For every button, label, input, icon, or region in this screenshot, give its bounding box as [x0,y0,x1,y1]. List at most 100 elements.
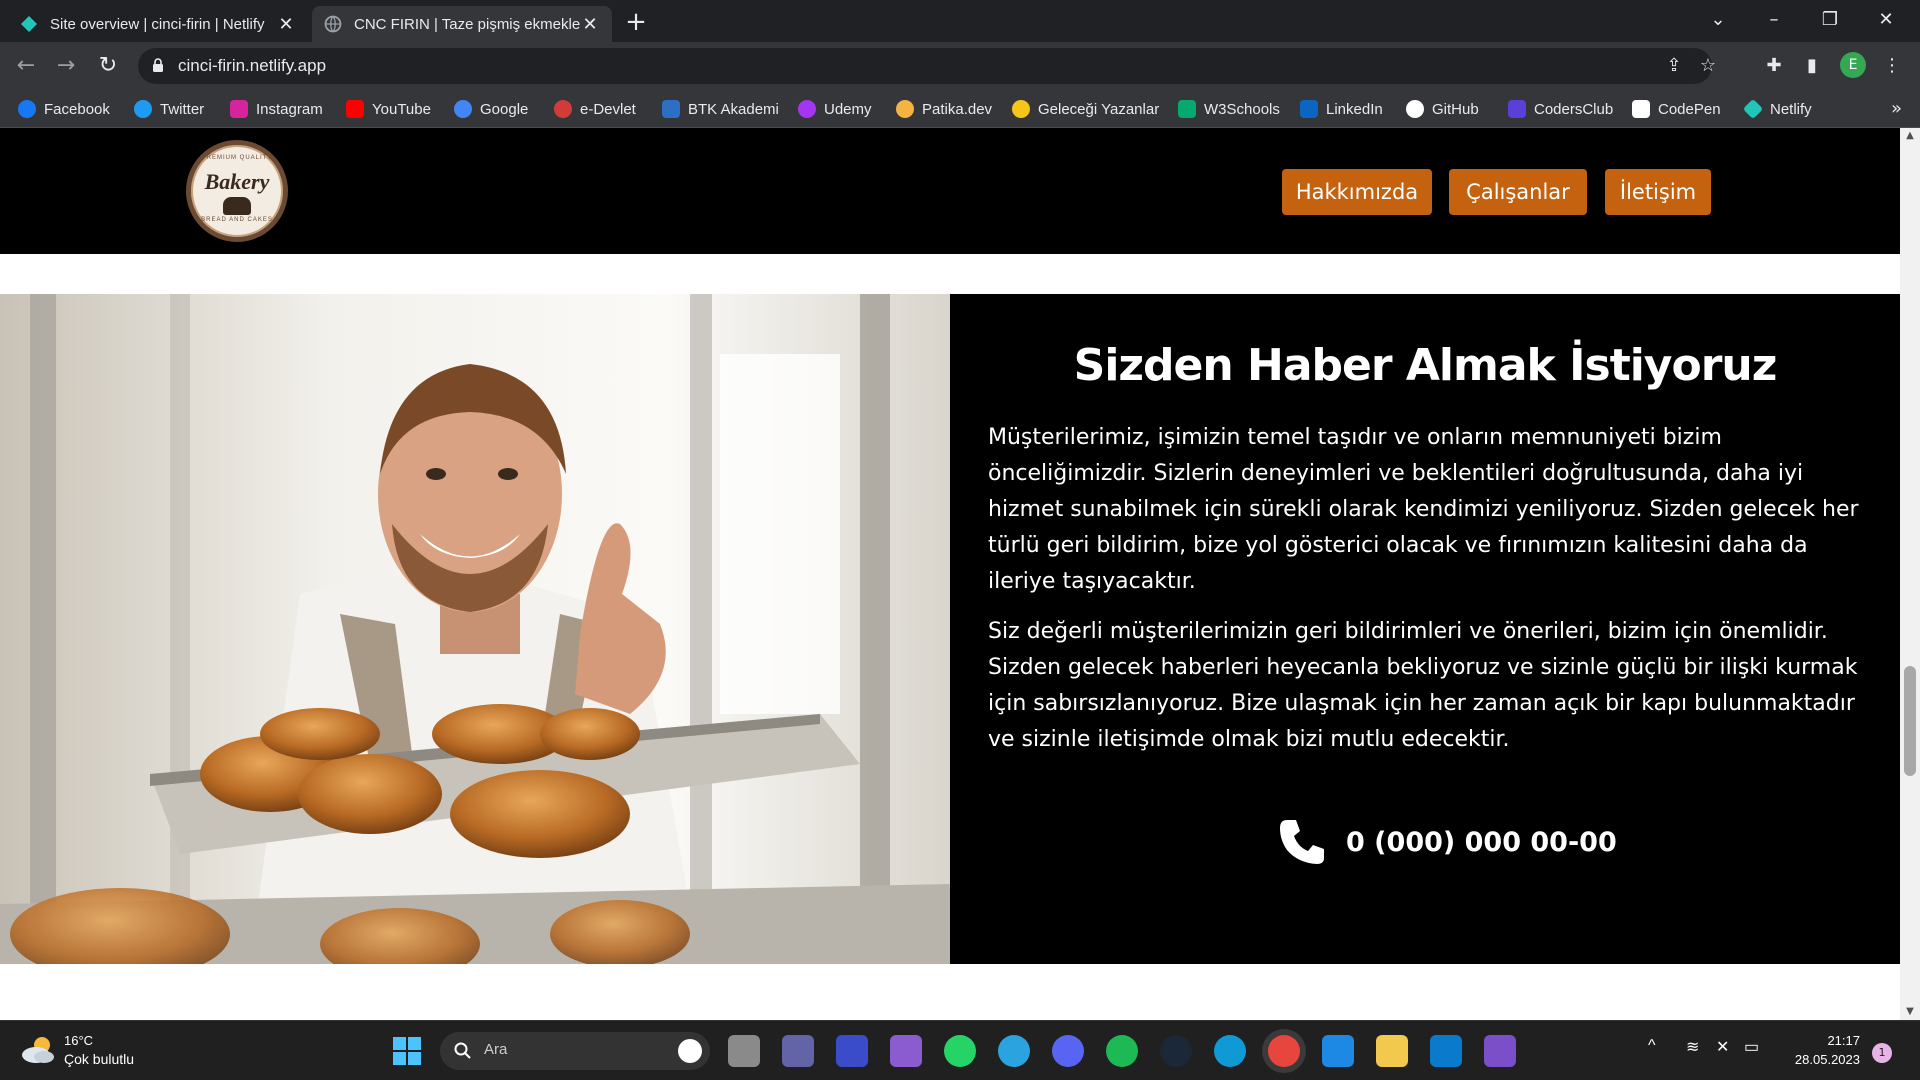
wifi-icon[interactable]: ≋ [1686,1037,1699,1057]
weather-widget[interactable]: 16°C Çok bulutlu [20,1031,160,1071]
bookmark-netlify[interactable]: Netlify [1742,98,1812,120]
task-view-icon[interactable] [728,1035,760,1067]
bookmarks-overflow-button[interactable]: » [1891,98,1902,119]
bookmark-gelecegi-yazanlar[interactable]: Geleceği Yazanlar [1012,98,1159,120]
taskbar-search[interactable]: Ara [440,1032,710,1070]
windows-start-icon[interactable] [392,1036,422,1066]
volume-muted-icon[interactable]: ✕ [1716,1037,1729,1057]
chef-hat-icon [223,197,251,215]
contact-paragraph-1: Müşterilerimiz, işimizin temel taşıdır v… [988,425,1859,594]
new-tab-button[interactable]: + [622,8,650,36]
contact-section: Sizden Haber Almak İstiyoruz Müşterileri… [0,294,1900,964]
phone-icon [1280,820,1324,864]
nav-contact-link[interactable]: İletişim [1605,169,1711,215]
scroll-up-arrow-icon[interactable]: ▲ [1900,128,1920,144]
chrome-icon[interactable] [1268,1035,1300,1067]
sticky-notes-icon[interactable] [1376,1035,1408,1067]
extensions-icon[interactable]: ✚ [1760,52,1788,80]
share-icon[interactable]: ⇪ [1662,54,1686,78]
bookmark-btk-akademi[interactable]: BTK Akademi [662,98,779,120]
contact-text-panel: Sizden Haber Almak İstiyoruz Müşterileri… [950,294,1900,964]
bing-icon[interactable] [678,1039,702,1063]
whatsapp-icon[interactable] [944,1035,976,1067]
codersclub-icon [1508,100,1526,118]
instagram-icon [230,100,248,118]
teams-icon[interactable] [782,1035,814,1067]
tab-search-icon[interactable]: ⌄ [1690,0,1746,42]
spotify-icon[interactable] [1106,1035,1138,1067]
twitter-icon [134,100,152,118]
search-placeholder: Ara [484,1041,508,1058]
battery-icon[interactable]: ▭ [1744,1037,1759,1057]
gelecegi-yazanlar-icon [1012,100,1030,118]
edge-icon[interactable] [1214,1035,1246,1067]
clipchamp-icon[interactable] [890,1035,922,1067]
notion-like-icon[interactable] [1322,1035,1354,1067]
bookmark-github[interactable]: GitHub [1406,98,1479,120]
tray-overflow-icon[interactable]: ^ [1648,1037,1656,1055]
btk-akademi-icon [662,100,680,118]
bookmark-star-icon[interactable]: ☆ [1696,54,1720,78]
bakery-logo[interactable]: PREMIUM QUALITY Bakery BREAD AND CAKES [186,140,288,242]
close-window-button[interactable]: ✕ [1858,0,1914,42]
tab-cnc-firin[interactable]: CNC FIRIN | Taze pişmiş ekmekler ✕ [312,6,612,42]
url-text[interactable]: cinci-firin.netlify.app [178,56,326,76]
phone-contact[interactable]: 0 (000) 000 00-00 [1276,816,1617,868]
bookmark-patika-dev[interactable]: Patika.dev [896,98,992,120]
page-scrollbar[interactable]: ▲ ▼ [1900,128,1920,1020]
address-bar[interactable]: cinci-firin.netlify.app ⇪ ☆ [138,48,1716,84]
clock-time: 21:17 [1827,1033,1860,1048]
bookmark-facebook[interactable]: Facebook [18,98,110,120]
bookmark-instagram[interactable]: Instagram [230,98,323,120]
discord-icon[interactable] [1052,1035,1084,1067]
close-tab-icon[interactable]: ✕ [580,14,600,35]
bookmark-linkedin[interactable]: LinkedIn [1300,98,1383,120]
globe-icon [324,15,342,33]
bookmark-codersclub[interactable]: CodersClub [1508,98,1613,120]
baker-photo [0,294,950,964]
bookmark-w3schools[interactable]: W3Schools [1178,98,1280,120]
bookmark-google[interactable]: Google [454,98,528,120]
logo-wordmark: Bakery [204,169,270,194]
linkedin-icon [1300,100,1318,118]
bookmark-youtube[interactable]: YouTube [346,98,431,120]
tab-netlify-overview[interactable]: Site overview | cinci-firin | Netlify ✕ [8,6,308,42]
notification-badge[interactable]: 1 [1872,1043,1892,1063]
browser-tab-strip: Site overview | cinci-firin | Netlify ✕ … [0,0,1920,42]
forward-button[interactable]: → [50,50,82,82]
bookmark-codepen[interactable]: CodePen [1632,98,1721,120]
minimize-button[interactable]: – [1746,0,1802,42]
editor-app-icon[interactable] [836,1035,868,1067]
windows-taskbar: 16°C Çok bulutlu Ara ^ ≋ ✕ ▭ 21:17 28.05… [0,1020,1920,1080]
back-button[interactable]: ← [10,50,42,82]
menu-icon[interactable]: ⋮ [1878,52,1906,80]
nav-employees-link[interactable]: Çalışanlar [1449,169,1587,215]
phone-number[interactable]: 0 (000) 000 00-00 [1346,827,1617,858]
google-icon [454,100,472,118]
contact-paragraph-2: Siz değerli müşterilerimizin geri bildir… [988,619,1858,752]
reload-button[interactable]: ↻ [92,50,124,82]
clock[interactable]: 21:17 28.05.2023 [1780,1033,1860,1067]
visual-studio-icon[interactable] [1484,1035,1516,1067]
udemy-icon [798,100,816,118]
facebook-icon [18,100,36,118]
profile-avatar[interactable]: E [1840,52,1866,78]
scrollbar-thumb[interactable] [1904,666,1916,776]
nav-about-link[interactable]: Hakkımızda [1282,169,1432,215]
side-panel-icon[interactable]: ▮ [1798,52,1826,80]
vscode-icon[interactable] [1430,1035,1462,1067]
site-header: PREMIUM QUALITY Bakery BREAD AND CAKES H… [0,128,1900,254]
steam-icon[interactable] [1160,1035,1192,1067]
bookmark-udemy[interactable]: Udemy [798,98,872,120]
logo-tagline-top: PREMIUM QUALITY [201,155,273,161]
scroll-down-arrow-icon[interactable]: ▼ [1900,1004,1920,1020]
cloudy-weather-icon [22,1037,54,1063]
tab-title: Site overview | cinci-firin | Netlify [50,15,265,33]
w3schools-icon [1178,100,1196,118]
bookmarks-bar: Facebook Twitter Instagram YouTube Googl… [0,90,1920,128]
bookmark-e-devlet[interactable]: e-Devlet [554,98,636,120]
restore-button[interactable]: ❐ [1802,0,1858,42]
telegram-icon[interactable] [998,1035,1030,1067]
close-tab-icon[interactable]: ✕ [276,14,296,35]
bookmark-twitter[interactable]: Twitter [134,98,204,120]
